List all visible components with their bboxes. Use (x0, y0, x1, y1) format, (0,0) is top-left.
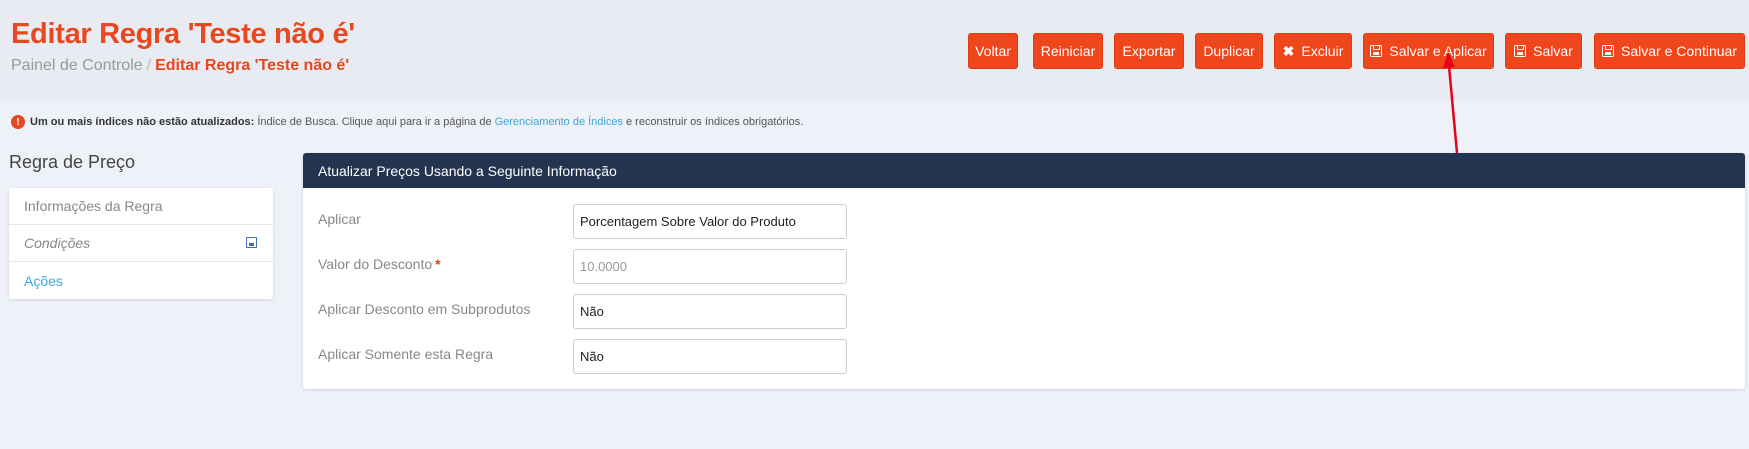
annotation-arrow (1443, 52, 1459, 154)
annotation-arrow-head (1443, 52, 1455, 68)
annotation-arrow-line (1447, 65, 1459, 154)
